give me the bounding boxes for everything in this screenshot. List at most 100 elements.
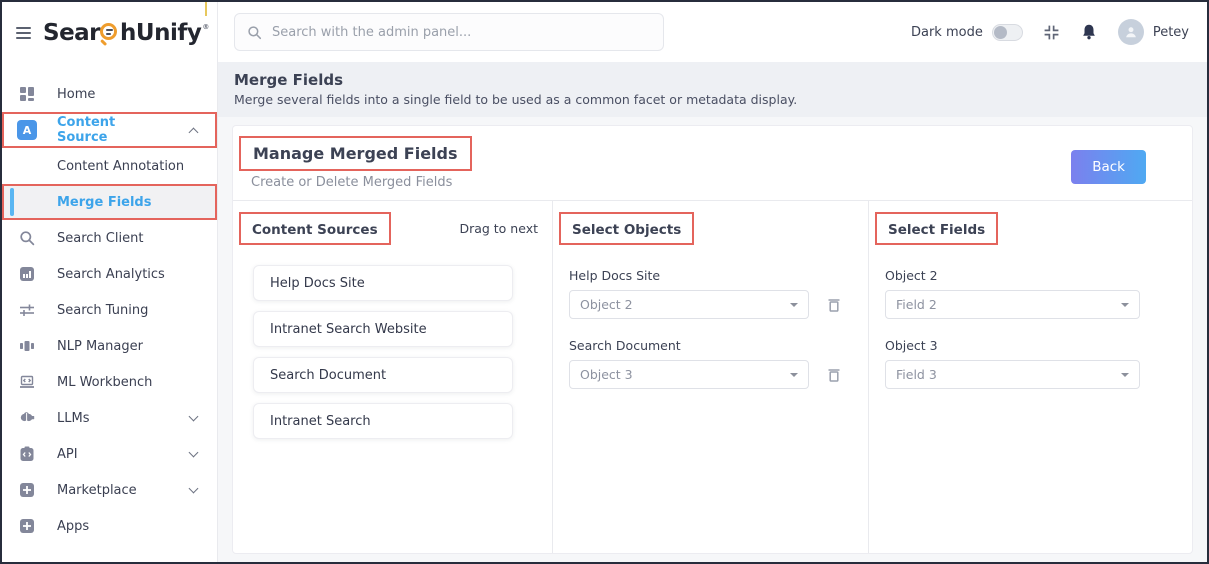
annotation-box: Select Fields [875,212,998,245]
caret-down-icon [790,373,798,377]
content-sources-column: Content Sources Drag to next Help Docs S… [233,201,553,553]
delete-object-icon[interactable] [827,366,841,383]
manage-merged-fields-panel: Manage Merged Fields Create or Delete Me… [232,125,1193,554]
chevron-down-icon [189,412,199,422]
caret-down-icon [1121,303,1129,307]
sidebar-item-search-analytics[interactable]: Search Analytics [2,256,217,292]
panel-subtitle: Create or Delete Merged Fields [251,175,472,190]
nlp-icon [17,338,37,354]
main-area: Dark mode Petey Merge Fields [218,2,1207,562]
admin-search[interactable] [234,13,664,51]
object-select[interactable]: Object 3 [569,360,809,389]
content-source-card[interactable]: Help Docs Site [253,265,513,301]
back-button[interactable]: Back [1071,150,1146,184]
panel-title: Manage Merged Fields [253,144,458,163]
sidebar-item-search-client[interactable]: Search Client [2,220,217,256]
field-select[interactable]: Field 2 [885,290,1140,319]
sidebar-item-ml-workbench[interactable]: ML Workbench [2,364,217,400]
select-objects-title: Select Objects [572,222,681,238]
sidebar-item-label: Merge Fields [57,195,151,210]
sidebar-item-label: Search Tuning [57,303,148,318]
select-objects-column: Select Objects Help Docs Site Object 2 [553,201,869,553]
sidebar-item-llms[interactable]: LLMs [2,400,217,436]
sidebar-item-label: Content Source [57,115,170,145]
drag-hint: Drag to next [459,221,538,236]
page-title: Merge Fields [234,71,1191,89]
active-indicator-bar [10,188,14,216]
sidebar-item-home[interactable]: Home [2,76,217,112]
sidebar-item-label: Apps [57,519,89,534]
topbar: Dark mode Petey [218,2,1207,62]
sidebar-item-merge-fields[interactable]: Merge Fields [2,184,217,220]
chevron-down-icon [189,448,199,458]
sidebar-item-label: Marketplace [57,483,137,498]
sidebar-item-apps[interactable]: Apps [2,508,217,544]
merge-columns: Content Sources Drag to next Help Docs S… [233,200,1192,553]
sidebar-item-label: Search Analytics [57,267,165,282]
search-icon [247,25,262,40]
field-row-label: Object 2 [885,268,1192,283]
magnifier-logo-icon [100,23,121,44]
field-select[interactable]: Field 3 [885,360,1140,389]
sidebar-item-marketplace[interactable]: Marketplace [2,472,217,508]
delete-object-icon[interactable] [827,296,841,313]
object-select[interactable]: Object 2 [569,290,809,319]
brand-logo: Sear hUnify® [43,20,209,46]
field-select-value: Field 3 [896,367,937,382]
tuning-icon [17,302,37,318]
object-select-value: Object 2 [580,297,633,312]
sidebar-item-nlp-manager[interactable]: NLP Manager [2,328,217,364]
sidebar-item-label: API [57,447,78,462]
analytics-icon [17,266,37,282]
notifications-bell-icon[interactable] [1080,23,1098,41]
select-fields-title: Select Fields [888,222,985,238]
ml-workbench-icon [17,374,37,390]
object-select-value: Object 3 [580,367,633,382]
content-source-card[interactable]: Search Document [253,357,513,393]
user-name: Petey [1153,25,1189,40]
home-icon [17,86,37,102]
page-header: Merge Fields Merge several fields into a… [218,62,1207,117]
annotation-box: Select Objects [559,212,694,245]
sidebar-item-content-annotation[interactable]: Content Annotation [2,148,217,184]
sidebar-item-label: LLMs [57,411,89,426]
content-source-card[interactable]: Intranet Search Website [253,311,513,347]
sidebar-item-label: Search Client [57,231,143,246]
sidebar-item-search-tuning[interactable]: Search Tuning [2,292,217,328]
app-window: Sear hUnify® Home A Content Source Conten… [0,0,1209,564]
brand-prefix: Sear [43,20,100,46]
sidebar-nav: Home A Content Source Content Annotation… [2,64,217,544]
object-row-label: Help Docs Site [569,268,868,283]
menu-toggle-icon[interactable] [16,27,31,39]
registered-mark: ® [202,23,209,31]
brand-suffix: hUnify [120,20,201,46]
sidebar-item-api[interactable]: API [2,436,217,472]
caret-down-icon [1121,373,1129,377]
dark-mode-label: Dark mode [911,25,983,40]
chevron-up-icon [189,127,199,137]
user-menu[interactable]: Petey [1118,19,1189,45]
collapse-fullscreen-icon[interactable] [1043,24,1060,41]
select-fields-column: Select Fields Object 2 Field 2 Object 3 [869,201,1192,553]
marketplace-icon [17,482,37,498]
content-source-card[interactable]: Intranet Search [253,403,513,439]
page-description: Merge several fields into a single field… [234,92,1191,107]
object-row-label: Search Document [569,338,868,353]
field-row-label: Object 3 [885,338,1192,353]
apps-icon [17,518,37,534]
search-input[interactable] [272,25,651,40]
api-icon [17,446,37,462]
dark-mode-toggle[interactable] [992,24,1023,41]
sidebar-item-content-source[interactable]: A Content Source [2,112,217,148]
decorative-tick [205,2,207,16]
caret-down-icon [790,303,798,307]
content-sources-title: Content Sources [252,222,378,238]
content-source-list: Help Docs Site Intranet Search Website S… [233,245,552,439]
llms-icon [17,410,37,426]
sidebar-item-label: Content Annotation [57,159,184,174]
chevron-down-icon [189,484,199,494]
annotation-box: Manage Merged Fields [239,136,472,171]
sidebar: Sear hUnify® Home A Content Source Conten… [2,2,218,562]
sidebar-item-label: NLP Manager [57,339,143,354]
sidebar-item-label: Home [57,87,95,102]
